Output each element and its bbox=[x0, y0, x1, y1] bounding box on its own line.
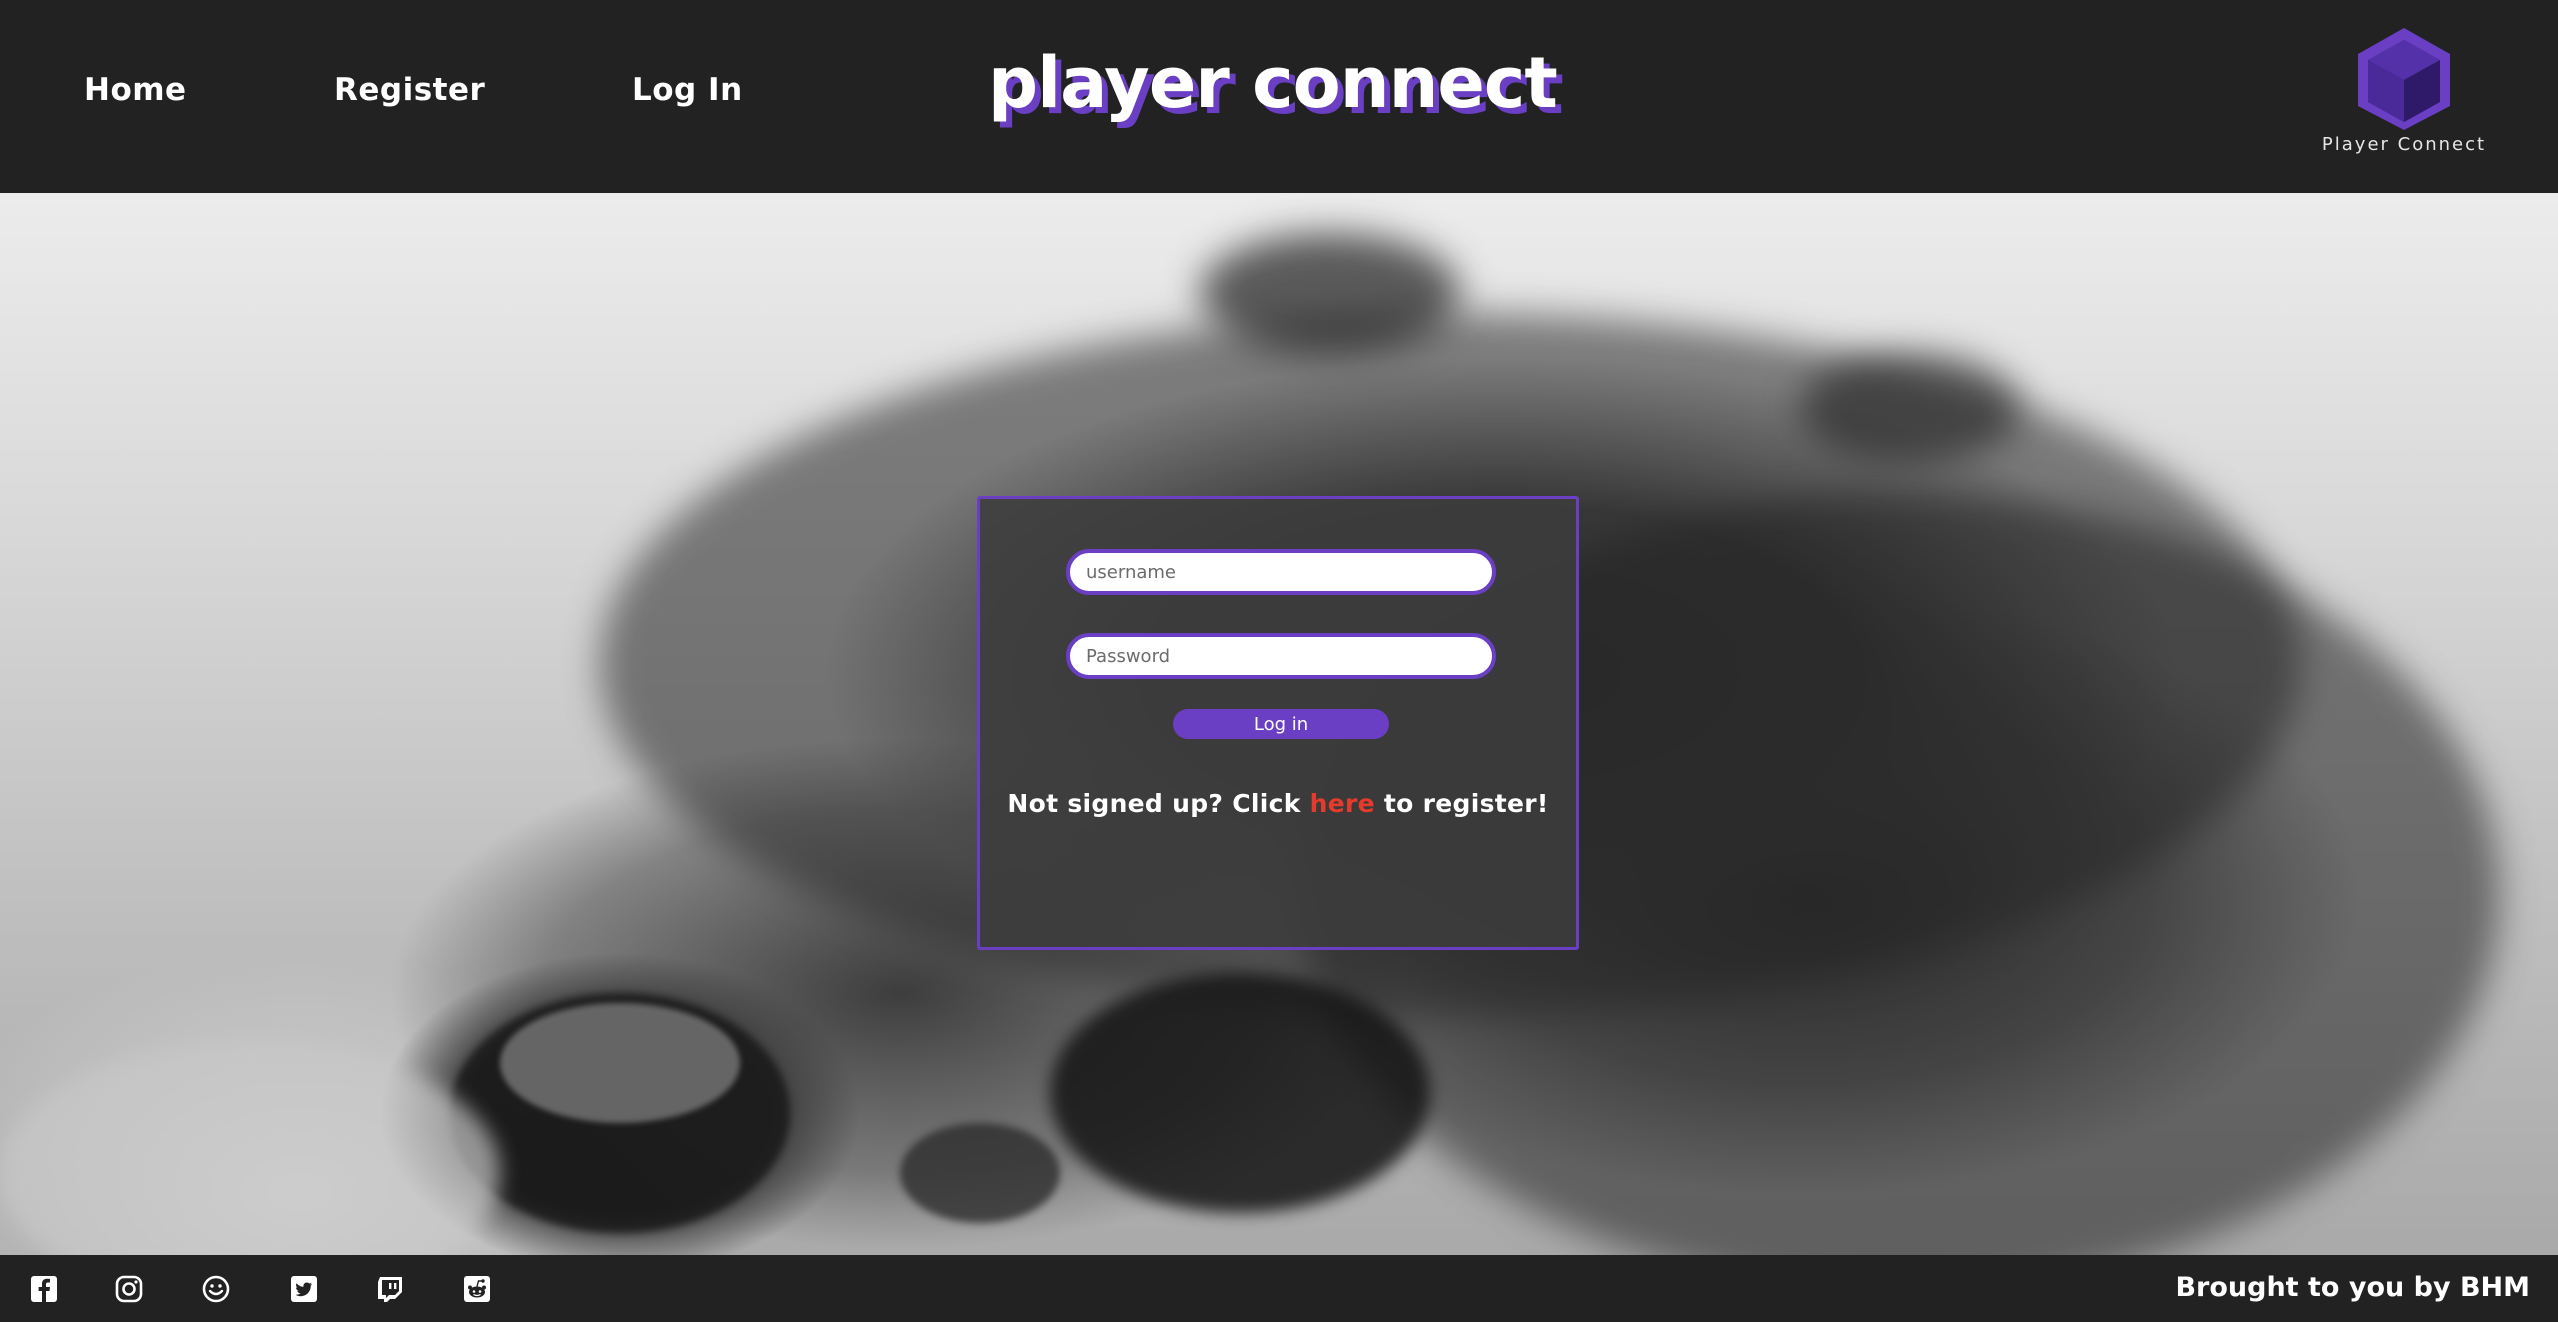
twitter-icon[interactable] bbox=[288, 1273, 320, 1305]
smiley-icon[interactable] bbox=[200, 1273, 232, 1305]
logo[interactable]: Player Connect bbox=[2314, 26, 2494, 158]
site-title: player connect bbox=[988, 42, 1558, 124]
signup-prefix: Not signed up? Click bbox=[1007, 789, 1310, 818]
nav-register-link[interactable]: Register bbox=[334, 72, 485, 108]
login-button[interactable]: Log in bbox=[1173, 709, 1389, 739]
twitch-icon[interactable] bbox=[374, 1273, 406, 1305]
nav-login-link[interactable]: Log In bbox=[632, 72, 743, 108]
instagram-icon[interactable] bbox=[113, 1273, 145, 1305]
facebook-icon[interactable] bbox=[28, 1273, 60, 1305]
nav-home-link[interactable]: Home bbox=[84, 72, 187, 108]
footer-credit: Brought to you by BHM bbox=[2175, 1272, 2530, 1303]
signup-suffix: to register! bbox=[1374, 789, 1549, 818]
login-form: Log in Not signed up? Click here to regi… bbox=[977, 496, 1579, 950]
page: Home Register Log In player connect Play… bbox=[0, 0, 2558, 1322]
reddit-icon[interactable] bbox=[461, 1273, 493, 1305]
cube-logo-icon bbox=[2358, 28, 2450, 130]
password-input[interactable] bbox=[1066, 633, 1496, 679]
footer: Brought to you by BHM bbox=[0, 1255, 2558, 1322]
header: Home Register Log In player connect Play… bbox=[0, 0, 2558, 193]
username-input[interactable] bbox=[1066, 549, 1496, 595]
register-here-link[interactable]: here bbox=[1310, 789, 1375, 818]
logo-label: Player Connect bbox=[2321, 134, 2487, 155]
signup-prompt: Not signed up? Click here to register! bbox=[980, 789, 1576, 818]
